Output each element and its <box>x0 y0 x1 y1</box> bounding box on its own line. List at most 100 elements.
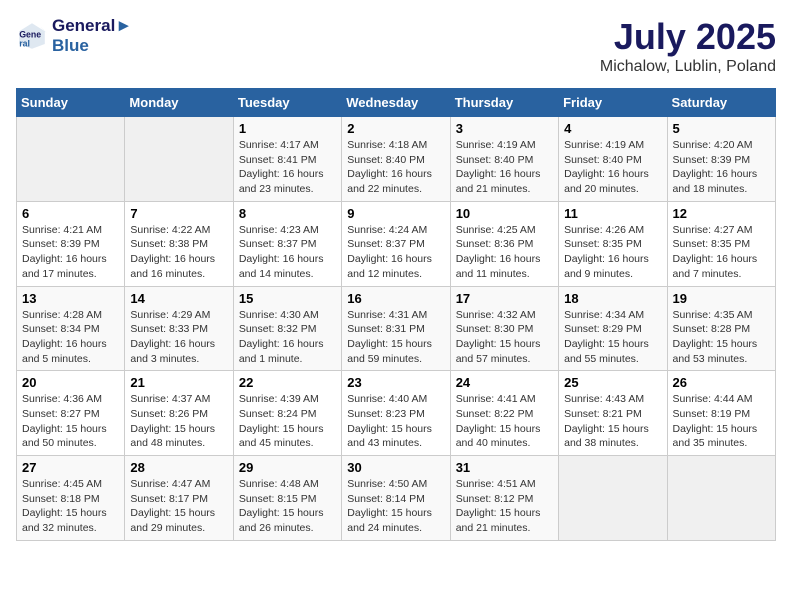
day-number: 5 <box>673 121 770 136</box>
calendar-cell: 23 Sunrise: 4:40 AM Sunset: 8:23 PM Dayli… <box>342 371 450 456</box>
calendar-cell: 14 Sunrise: 4:29 AM Sunset: 8:33 PM Dayli… <box>125 286 233 371</box>
day-info: Sunrise: 4:18 AM Sunset: 8:40 PM Dayligh… <box>347 138 444 197</box>
day-number: 12 <box>673 206 770 221</box>
day-number: 13 <box>22 291 119 306</box>
calendar-table: SundayMondayTuesdayWednesdayThursdayFrid… <box>16 88 776 541</box>
day-number: 27 <box>22 460 119 475</box>
day-info: Sunrise: 4:39 AM Sunset: 8:24 PM Dayligh… <box>239 392 336 451</box>
week-row-3: 13 Sunrise: 4:28 AM Sunset: 8:34 PM Dayli… <box>17 286 776 371</box>
day-info: Sunrise: 4:20 AM Sunset: 8:39 PM Dayligh… <box>673 138 770 197</box>
day-number: 7 <box>130 206 227 221</box>
day-number: 15 <box>239 291 336 306</box>
calendar-cell: 10 Sunrise: 4:25 AM Sunset: 8:36 PM Dayli… <box>450 201 558 286</box>
day-number: 25 <box>564 375 661 390</box>
week-row-4: 20 Sunrise: 4:36 AM Sunset: 8:27 PM Dayli… <box>17 371 776 456</box>
calendar-cell <box>559 456 667 541</box>
calendar-cell: 31Sunrise: 4:51 AM Sunset: 8:12 PM Dayli… <box>450 456 558 541</box>
day-info: Sunrise: 4:25 AM Sunset: 8:36 PM Dayligh… <box>456 223 553 282</box>
calendar-cell: 25 Sunrise: 4:43 AM Sunset: 8:21 PM Dayli… <box>559 371 667 456</box>
weekday-header-tuesday: Tuesday <box>233 89 341 117</box>
day-number: 6 <box>22 206 119 221</box>
calendar-cell <box>125 117 233 202</box>
day-number: 26 <box>673 375 770 390</box>
calendar-cell: 1 Sunrise: 4:17 AM Sunset: 8:41 PM Daylig… <box>233 117 341 202</box>
calendar-cell: 5 Sunrise: 4:20 AM Sunset: 8:39 PM Daylig… <box>667 117 775 202</box>
day-number: 21 <box>130 375 227 390</box>
day-info: Sunrise: 4:32 AM Sunset: 8:30 PM Dayligh… <box>456 308 553 367</box>
day-info: Sunrise: 4:29 AM Sunset: 8:33 PM Dayligh… <box>130 308 227 367</box>
month-year-title: July 2025 <box>600 16 776 58</box>
day-number: 14 <box>130 291 227 306</box>
day-number: 23 <box>347 375 444 390</box>
day-number: 17 <box>456 291 553 306</box>
logo: Gene ral General► Blue <box>16 16 132 57</box>
day-number: 19 <box>673 291 770 306</box>
day-number: 9 <box>347 206 444 221</box>
calendar-cell: 3Sunrise: 4:19 AM Sunset: 8:40 PM Daylig… <box>450 117 558 202</box>
day-info: Sunrise: 4:43 AM Sunset: 8:21 PM Dayligh… <box>564 392 661 451</box>
day-info: Sunrise: 4:23 AM Sunset: 8:37 PM Dayligh… <box>239 223 336 282</box>
day-info: Sunrise: 4:19 AM Sunset: 8:40 PM Dayligh… <box>456 138 553 197</box>
calendar-cell: 29 Sunrise: 4:48 AM Sunset: 8:15 PM Dayli… <box>233 456 341 541</box>
calendar-cell: 8Sunrise: 4:23 AM Sunset: 8:37 PM Daylig… <box>233 201 341 286</box>
weekday-header-sunday: Sunday <box>17 89 125 117</box>
weekday-header-thursday: Thursday <box>450 89 558 117</box>
week-row-1: 1 Sunrise: 4:17 AM Sunset: 8:41 PM Daylig… <box>17 117 776 202</box>
day-info: Sunrise: 4:50 AM Sunset: 8:14 PM Dayligh… <box>347 477 444 536</box>
svg-text:ral: ral <box>19 39 30 49</box>
day-info: Sunrise: 4:41 AM Sunset: 8:22 PM Dayligh… <box>456 392 553 451</box>
logo-sub: Blue <box>52 36 132 56</box>
day-number: 24 <box>456 375 553 390</box>
day-number: 10 <box>456 206 553 221</box>
day-info: Sunrise: 4:17 AM Sunset: 8:41 PM Dayligh… <box>239 138 336 197</box>
calendar-cell: 24 Sunrise: 4:41 AM Sunset: 8:22 PM Dayli… <box>450 371 558 456</box>
week-row-5: 27 Sunrise: 4:45 AM Sunset: 8:18 PM Dayli… <box>17 456 776 541</box>
week-row-2: 6Sunrise: 4:21 AM Sunset: 8:39 PM Daylig… <box>17 201 776 286</box>
day-number: 18 <box>564 291 661 306</box>
calendar-cell: 11Sunrise: 4:26 AM Sunset: 8:35 PM Dayli… <box>559 201 667 286</box>
calendar-cell: 20 Sunrise: 4:36 AM Sunset: 8:27 PM Dayli… <box>17 371 125 456</box>
weekday-header-row: SundayMondayTuesdayWednesdayThursdayFrid… <box>17 89 776 117</box>
calendar-cell: 2 Sunrise: 4:18 AM Sunset: 8:40 PM Daylig… <box>342 117 450 202</box>
weekday-header-saturday: Saturday <box>667 89 775 117</box>
calendar-cell: 13 Sunrise: 4:28 AM Sunset: 8:34 PM Dayli… <box>17 286 125 371</box>
day-info: Sunrise: 4:48 AM Sunset: 8:15 PM Dayligh… <box>239 477 336 536</box>
day-number: 4 <box>564 121 661 136</box>
day-info: Sunrise: 4:37 AM Sunset: 8:26 PM Dayligh… <box>130 392 227 451</box>
day-info: Sunrise: 4:36 AM Sunset: 8:27 PM Dayligh… <box>22 392 119 451</box>
calendar-cell: 28 Sunrise: 4:47 AM Sunset: 8:17 PM Dayli… <box>125 456 233 541</box>
day-info: Sunrise: 4:45 AM Sunset: 8:18 PM Dayligh… <box>22 477 119 536</box>
day-info: Sunrise: 4:47 AM Sunset: 8:17 PM Dayligh… <box>130 477 227 536</box>
calendar-cell: 6Sunrise: 4:21 AM Sunset: 8:39 PM Daylig… <box>17 201 125 286</box>
day-number: 1 <box>239 121 336 136</box>
day-info: Sunrise: 4:19 AM Sunset: 8:40 PM Dayligh… <box>564 138 661 197</box>
day-number: 31 <box>456 460 553 475</box>
day-info: Sunrise: 4:35 AM Sunset: 8:28 PM Dayligh… <box>673 308 770 367</box>
day-info: Sunrise: 4:34 AM Sunset: 8:29 PM Dayligh… <box>564 308 661 367</box>
day-info: Sunrise: 4:44 AM Sunset: 8:19 PM Dayligh… <box>673 392 770 451</box>
logo-name: General► <box>52 16 132 36</box>
day-info: Sunrise: 4:26 AM Sunset: 8:35 PM Dayligh… <box>564 223 661 282</box>
day-number: 20 <box>22 375 119 390</box>
calendar-cell: 26 Sunrise: 4:44 AM Sunset: 8:19 PM Dayli… <box>667 371 775 456</box>
calendar-cell: 27 Sunrise: 4:45 AM Sunset: 8:18 PM Dayli… <box>17 456 125 541</box>
day-info: Sunrise: 4:27 AM Sunset: 8:35 PM Dayligh… <box>673 223 770 282</box>
day-number: 2 <box>347 121 444 136</box>
day-number: 16 <box>347 291 444 306</box>
logo-icon: Gene ral <box>16 20 48 52</box>
day-number: 29 <box>239 460 336 475</box>
calendar-cell: 7Sunrise: 4:22 AM Sunset: 8:38 PM Daylig… <box>125 201 233 286</box>
day-number: 28 <box>130 460 227 475</box>
calendar-cell: 4 Sunrise: 4:19 AM Sunset: 8:40 PM Daylig… <box>559 117 667 202</box>
day-info: Sunrise: 4:30 AM Sunset: 8:32 PM Dayligh… <box>239 308 336 367</box>
calendar-cell: 19 Sunrise: 4:35 AM Sunset: 8:28 PM Dayli… <box>667 286 775 371</box>
day-info: Sunrise: 4:28 AM Sunset: 8:34 PM Dayligh… <box>22 308 119 367</box>
calendar-cell: 9Sunrise: 4:24 AM Sunset: 8:37 PM Daylig… <box>342 201 450 286</box>
calendar-cell: 12 Sunrise: 4:27 AM Sunset: 8:35 PM Dayli… <box>667 201 775 286</box>
day-info: Sunrise: 4:31 AM Sunset: 8:31 PM Dayligh… <box>347 308 444 367</box>
calendar-cell: 15 Sunrise: 4:30 AM Sunset: 8:32 PM Dayli… <box>233 286 341 371</box>
header: Gene ral General► Blue July 2025 Michalo… <box>16 16 776 76</box>
calendar-cell: 22Sunrise: 4:39 AM Sunset: 8:24 PM Dayli… <box>233 371 341 456</box>
weekday-header-friday: Friday <box>559 89 667 117</box>
day-info: Sunrise: 4:40 AM Sunset: 8:23 PM Dayligh… <box>347 392 444 451</box>
